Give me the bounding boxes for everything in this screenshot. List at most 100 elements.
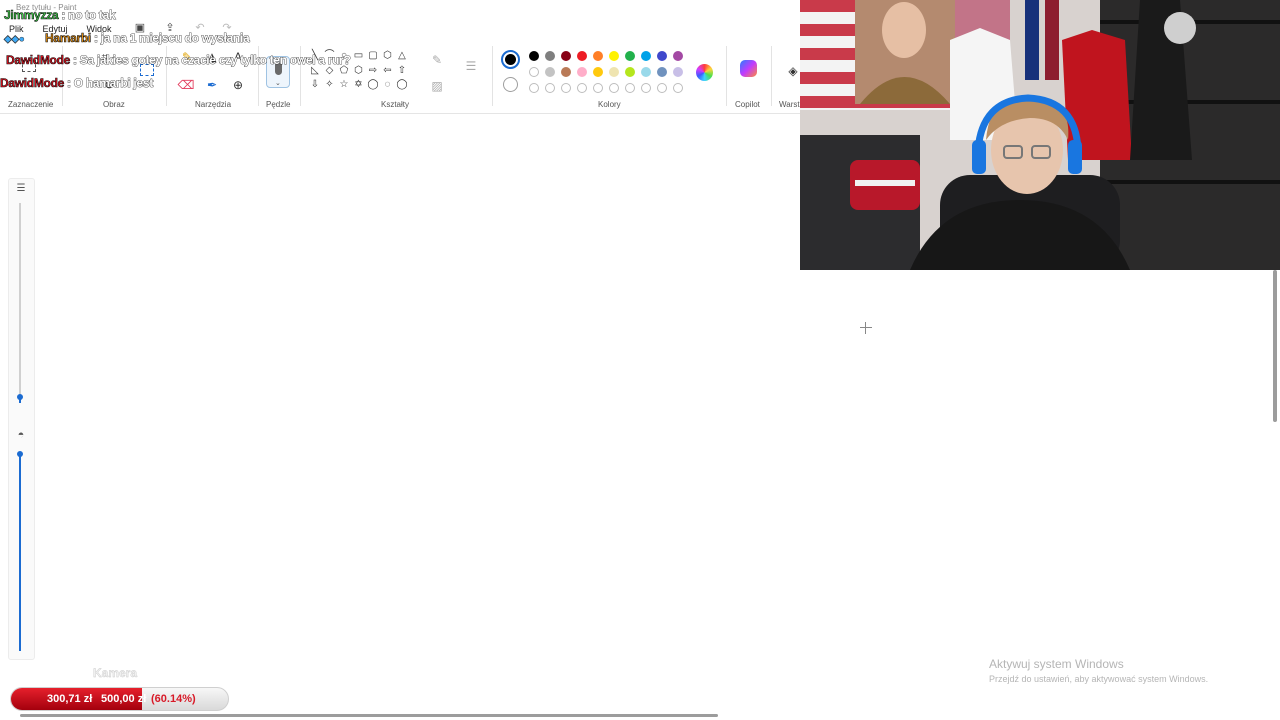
donation-current: 300,71 zł [47,693,93,705]
shape-icon[interactable]: ✧ [324,79,336,91]
shape-icon[interactable]: ╲ [309,50,321,62]
shape-icon[interactable]: ⇧ [396,65,408,77]
color-swatch[interactable] [625,67,635,77]
custom-color-swatch[interactable] [545,83,555,93]
color-swatch[interactable] [561,51,571,61]
shape-icon[interactable]: ◺ [309,65,321,77]
shape-icon[interactable]: ⇩ [309,79,321,91]
color-swatch[interactable] [673,51,683,61]
menu-file[interactable]: Plik [9,22,24,36]
color-swatch[interactable] [657,67,667,77]
horizontal-scrollbar[interactable] [20,714,718,717]
custom-color-swatch[interactable] [625,83,635,93]
color-picker-icon[interactable]: ✒ [203,76,221,94]
color-swatch[interactable] [529,51,539,61]
custom-color-swatch[interactable] [561,83,571,93]
magnifier-icon[interactable]: ⊕ [229,76,247,94]
window-title: Bez tytułu - Paint [16,3,77,12]
shape-icon[interactable]: ○ [338,50,350,62]
brushes-button[interactable]: ⌄ [266,56,290,88]
pencil-icon[interactable]: ✎ [178,48,196,66]
brush-settings-panel [8,178,35,660]
save-icon[interactable]: ▣ [133,21,147,35]
color-swatch[interactable] [577,67,587,77]
color-swatch[interactable] [593,51,603,61]
color-swatch[interactable] [673,67,683,77]
color-swatch[interactable] [641,51,651,61]
rotate-icon[interactable]: ↻ [100,76,118,94]
shape-icon[interactable]: ⬠ [338,65,350,77]
ribbon-divider [492,46,493,106]
webcam-image [800,0,1280,270]
stroke-size-icon[interactable]: ☰ [462,57,480,75]
redo-icon[interactable]: ↷ [220,21,234,35]
webcam-feed [800,0,1280,270]
crosshair-cursor-icon [860,322,872,334]
color-swatch[interactable] [609,51,619,61]
opacity-slider-knob[interactable] [17,451,23,457]
eraser-icon[interactable]: ⌫ [177,76,195,94]
color-swatch[interactable] [641,67,651,77]
custom-color-swatch[interactable] [657,83,667,93]
primary-color[interactable] [501,50,520,69]
donation-goal: 500,00 zł [101,693,147,705]
copilot-icon[interactable] [740,60,757,77]
selection-tool-icon[interactable] [22,60,36,72]
shape-icon[interactable]: ✡ [353,79,365,91]
shape-icon[interactable]: ⇦ [382,65,394,77]
shape-fill-icon[interactable]: ▨ [428,77,446,95]
shape-icon[interactable]: ⬡ [382,50,394,62]
menu-edit[interactable]: Edytuj [43,22,68,36]
custom-color-swatch[interactable] [673,83,683,93]
custom-color-swatch[interactable] [593,83,603,93]
size-slider-track[interactable] [19,203,21,395]
text-icon[interactable]: A [229,48,247,66]
shape-icon[interactable]: ▭ [353,50,365,62]
shape-icon[interactable]: ⬡ [353,65,365,77]
secondary-color[interactable] [503,77,518,92]
color-swatch[interactable] [577,51,587,61]
brush-icon [275,63,282,75]
shape-icon[interactable]: ◇ [324,65,336,77]
color-swatch[interactable] [593,67,603,77]
resize-icon[interactable] [140,64,154,76]
shape-icon[interactable]: ⇨ [367,65,379,77]
opacity-slider-fill[interactable] [19,455,21,651]
windows-activation-title: Aktywuj system Windows [989,657,1124,671]
donation-percent: (60.14%) [151,693,196,705]
shape-icon[interactable]: ◌ [382,79,394,91]
color-swatch[interactable] [545,67,555,77]
undo-icon[interactable]: ↶ [193,21,207,35]
ribbon-divider [726,46,727,106]
custom-color-swatch[interactable] [529,83,539,93]
group-label-selection: Zaznaczenie [8,100,54,109]
stream-screen: Bez tytułu - Paint Plik Edytuj Widok ▣ ⇪… [0,0,1280,720]
crop-icon[interactable]: ⌗ [96,48,114,66]
group-label-colors: Kolory [598,100,621,109]
custom-color-swatch[interactable] [641,83,651,93]
color-swatch[interactable] [529,67,539,77]
group-label-tools: Narzędzia [195,100,232,109]
menu-view[interactable]: Widok [87,22,112,36]
shape-icon[interactable]: ☆ [338,79,350,91]
color-swatch[interactable] [545,51,555,61]
vertical-scrollbar[interactable] [1273,270,1277,422]
outline-icon[interactable]: ✎ [428,51,446,69]
color-swatch[interactable] [657,51,667,61]
shape-icon[interactable]: ◯ [396,79,408,91]
shape-icon[interactable]: ◯ [367,79,379,91]
size-slider-knob[interactable] [17,394,23,400]
color-swatch[interactable] [609,67,619,77]
share-icon[interactable]: ⇪ [163,21,177,35]
fill-icon[interactable]: ◮ [203,48,221,66]
color-swatch[interactable] [561,67,571,77]
custom-color-swatch[interactable] [609,83,619,93]
shape-icon[interactable]: ⌒ [324,50,336,62]
edit-colors-icon[interactable] [696,64,713,81]
group-label-copilot: Copilot [735,100,760,109]
color-swatch[interactable] [625,51,635,61]
shape-icon[interactable]: ▢ [367,50,379,62]
shape-icon[interactable]: △ [396,50,408,62]
custom-color-swatch[interactable] [577,83,587,93]
ribbon-divider [300,46,301,106]
